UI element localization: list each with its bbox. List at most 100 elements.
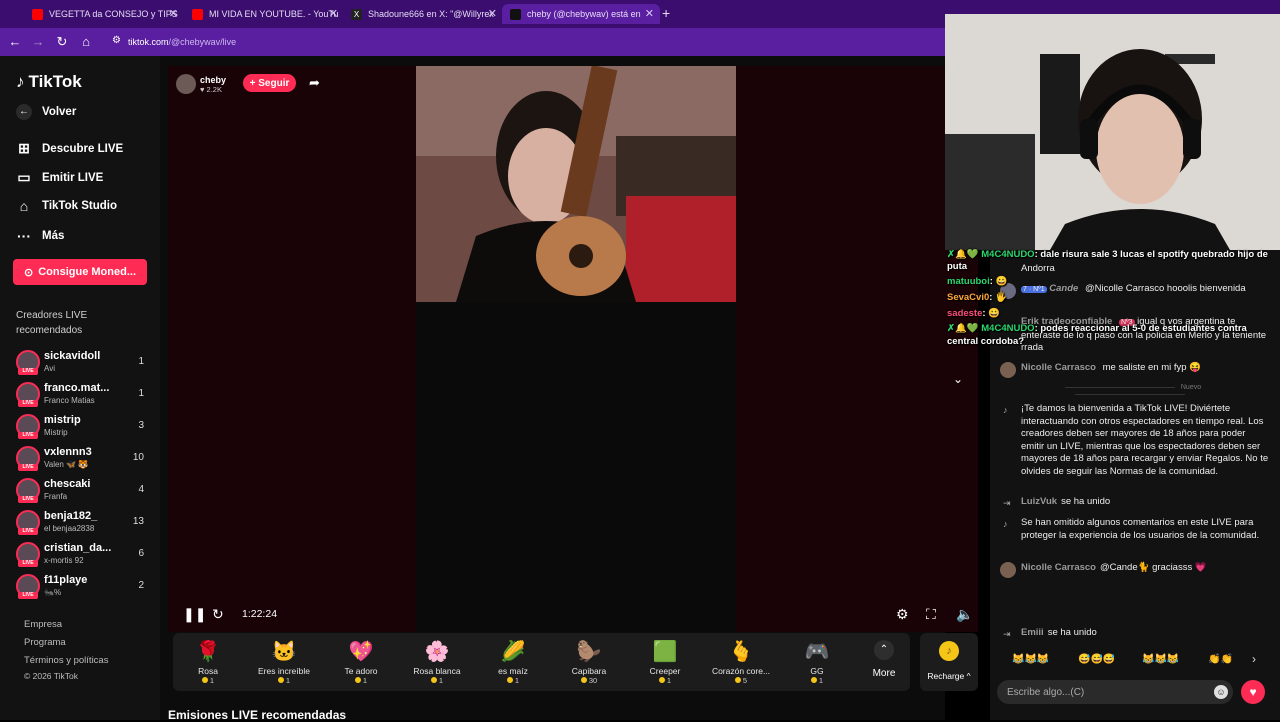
live-video-frame — [416, 66, 736, 302]
gift-name: Corazón core... — [711, 666, 771, 676]
back-icon[interactable]: ← — [7, 34, 23, 49]
chat-message: Erik tradeoconfiable Nº3 igual q vos arg… — [1000, 316, 1270, 355]
quick-reply[interactable]: 😅😅😅 — [1078, 649, 1115, 669]
gift-item[interactable]: 🟩 Creeper 1 — [630, 638, 700, 685]
refresh-icon[interactable]: ↻ — [212, 606, 224, 623]
quick-reply[interactable]: 😹😹😹 — [1142, 649, 1179, 669]
gift-item[interactable]: 🌸 Rosa blanca 1 — [402, 638, 472, 685]
gift-price: 1 — [402, 676, 472, 685]
footer-link-empresa[interactable]: Empresa — [24, 619, 62, 630]
message-username[interactable]: Emiii — [1021, 627, 1044, 638]
more-gifts-button[interactable]: ⌃ More — [862, 640, 906, 679]
chat-message: 7 · Nº1 Cande @Nicolle Carrasco hooolis … — [1000, 283, 1270, 299]
address-bar[interactable]: tiktok.com/@chebywav/live — [104, 32, 944, 52]
gift-name: Capibara — [571, 666, 607, 676]
nav-label: Volver — [42, 106, 77, 118]
reload-icon[interactable]: ↻ — [54, 34, 70, 50]
live-badge: LIVE — [18, 528, 38, 535]
chevron-down-icon[interactable]: ⌄ — [953, 372, 963, 386]
browser-tab-4[interactable]: cheby (@chebywav) está en ✕ — [502, 4, 660, 24]
creator-subtitle: 🐜% — [44, 588, 62, 597]
get-coins-button[interactable]: ⊙ Consigue Moned... — [13, 259, 147, 285]
creator-item[interactable]: LIVE f11playe 🐜% 2 — [14, 572, 154, 600]
browser-tab-2[interactable]: MI VIDA EN YOUTUBE. - YouTu ✕ — [184, 4, 344, 24]
copyright: © 2026 TikTok — [24, 671, 78, 681]
gift-item[interactable]: 🫰 Corazón core... 5 — [706, 638, 776, 685]
join-message: ⇥ Emiii se ha unido — [1000, 627, 1270, 640]
nav-mas[interactable]: ··· Más — [16, 228, 64, 244]
recharge-label: Recharge ^ — [927, 671, 971, 681]
host-likes: ♥ 2.2K — [200, 84, 222, 94]
avatar[interactable] — [1000, 562, 1016, 578]
creator-item[interactable]: LIVE cristian_da... x-mortis 92 6 — [14, 540, 154, 568]
home-icon[interactable]: ⌂ — [78, 34, 94, 49]
gift-item[interactable]: 🐱 Eres increíble 1 — [249, 638, 319, 685]
emoji-icon[interactable]: ☺ — [1214, 685, 1228, 699]
viewer-count: 13 — [132, 516, 144, 527]
nav-tiktok-studio[interactable]: ⌂ TikTok Studio — [16, 198, 117, 214]
site-info-icon[interactable]: ⚙ — [112, 35, 121, 46]
host-info[interactable]: cheby ♥ 2.2K — [176, 72, 226, 96]
fullscreen-icon[interactable]: ⛶ — [926, 606, 936, 623]
avatar[interactable] — [1000, 362, 1016, 378]
close-icon[interactable]: ✕ — [169, 7, 178, 20]
creator-item[interactable]: LIVE benja182_el benjaa2838 13 — [14, 508, 154, 536]
message-username[interactable]: Nicolle Carrasco — [1021, 362, 1096, 373]
chevron-right-icon[interactable]: › — [1252, 649, 1256, 669]
recharge-button[interactable]: ♪ Recharge ^ — [920, 633, 978, 691]
quick-reply[interactable]: 👏👏 — [1208, 649, 1233, 669]
message-username[interactable]: Nicolle Carrasco — [1021, 562, 1096, 573]
live-badge: LIVE — [18, 432, 38, 439]
nav-descubre-live[interactable]: ⊞ Descubre LIVE — [16, 140, 123, 157]
creator-name: benja182_ — [44, 510, 98, 522]
close-icon[interactable]: ✕ — [329, 7, 338, 20]
gift-item[interactable]: 🎮 GG 1 — [782, 638, 852, 685]
coin-icon — [430, 677, 437, 683]
gift-item[interactable]: 🌽 es maíz 1 — [478, 638, 548, 685]
logo-text: TikTok — [28, 72, 82, 91]
volume-icon[interactable]: 🔈 — [956, 606, 973, 623]
chat-input[interactable]: Escribe algo...(C) — [997, 680, 1233, 704]
quick-reply[interactable]: 😹😹😹 — [1012, 649, 1049, 669]
creator-name: mistrip — [44, 414, 81, 426]
share-icon[interactable]: ➦ — [309, 75, 320, 91]
gift-icon: 🌹 — [195, 641, 221, 663]
creator-item[interactable]: LIVE mistrip Mistrip 3 — [14, 412, 154, 440]
pause-icon[interactable]: ❚❚ — [183, 606, 206, 623]
gift-icon: 🫰 — [728, 641, 754, 663]
creator-subtitle: el benjaa2838 — [44, 524, 95, 533]
creator-item[interactable]: LIVE vxlennn3 Valen 🦋 🐯 10 — [14, 444, 154, 472]
gift-price-value: 1 — [209, 676, 215, 685]
system-message: ♪ ¡Te damos la bienvenida a TikTok LIVE!… — [1000, 403, 1270, 478]
chat-message: Andorra — [1000, 263, 1270, 276]
browser-tab-3[interactable]: X Shadoune666 en X: "@Willyrex ✕ — [343, 4, 503, 24]
gift-item[interactable]: 🌹 Rosa 1 — [173, 638, 243, 685]
like-heart-button[interactable]: ♥ — [1241, 680, 1265, 704]
settings-icon[interactable]: ⚙ — [896, 606, 909, 623]
nav-emitir-live[interactable]: ▭ Emitir LIVE — [16, 169, 103, 186]
close-icon[interactable]: ✕ — [488, 7, 497, 20]
join-icon: ⇥ — [1003, 629, 1011, 639]
x-logo-icon: X — [351, 8, 362, 20]
nav-volver[interactable]: ← Volver — [16, 104, 76, 120]
gift-item[interactable]: 💖 Te adoro 1 — [326, 638, 396, 685]
gift-price: 1 — [630, 676, 700, 685]
gift-item[interactable]: 🦫 Capibara 30 — [554, 638, 624, 685]
message-username[interactable]: LuizVuk — [1021, 496, 1057, 507]
forward-icon[interactable]: → — [30, 34, 46, 49]
new-tab-icon[interactable]: + — [662, 5, 670, 21]
creator-item[interactable]: LIVE sickavidoll Avi 1 — [14, 348, 154, 376]
footer-link-programa[interactable]: Programa — [24, 637, 66, 648]
tiktok-logo[interactable]: ♪ TikTok — [16, 72, 82, 92]
creator-item[interactable]: LIVE chescaki Franfa 4 — [14, 476, 154, 504]
follow-button[interactable]: + Seguir — [243, 74, 296, 92]
nav-label: TikTok Studio — [42, 200, 117, 212]
creator-item[interactable]: LIVE franco.mat... Franco Matias 1 — [14, 380, 154, 408]
close-icon[interactable]: ✕ — [645, 7, 654, 20]
browser-tab-1[interactable]: VEGETTA da CONSEJO y TIPS p ✕ — [24, 4, 184, 24]
avatar[interactable] — [176, 74, 196, 94]
footer-link-terminos[interactable]: Términos y políticas — [24, 655, 108, 666]
message-username[interactable]: Cande — [1049, 283, 1078, 294]
overlay-text: : 😀 — [989, 276, 1008, 287]
viewer-count: 2 — [138, 580, 144, 591]
